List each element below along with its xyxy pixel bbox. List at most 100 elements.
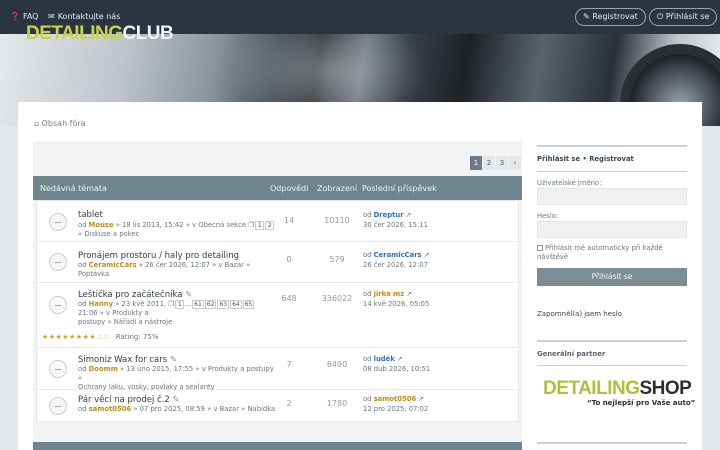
username-label: Uživatelské jméno:: [537, 179, 602, 187]
sidebar-login-link[interactable]: Přihlásit se: [537, 155, 580, 163]
table-row: Pár věcí na prodej č.2 ✎ od samot0506 » …: [36, 390, 519, 422]
last-post: od ludék ↗ 08 dub 2026, 10:51: [363, 355, 431, 373]
last-author-link[interactable]: CeramicCars: [374, 251, 422, 259]
topic-read-icon: [49, 253, 67, 271]
topic-title[interactable]: Pár věcí na prodej č.2 ✎: [78, 395, 180, 405]
topic-read-icon: [49, 296, 67, 314]
last-author-link[interactable]: ludék: [374, 355, 395, 363]
star-icons: ★★★★★★★★☆☆: [42, 333, 110, 341]
password-input[interactable]: [537, 221, 687, 238]
table-row: tablet od Mouse » 18 lis 2013, 15:42 » v…: [36, 201, 519, 242]
page-link[interactable]: 1: [175, 300, 185, 309]
site-logo[interactable]: DETAILINGCLUB: [26, 23, 174, 45]
last-post: od CeramicCars ↗ 26 čer 2026, 12:07: [363, 251, 430, 269]
pages-icon: ❐: [248, 221, 255, 229]
reply-count: 2: [286, 399, 292, 408]
star-rating[interactable]: ★★★★★★★★☆☆ Rating: 75%: [42, 333, 158, 341]
page-link[interactable]: 1: [255, 221, 265, 230]
topic-meta: od Mouse » 18 lis 2013, 15:42 » v Obecná…: [78, 221, 278, 239]
password-label: Heslo:: [537, 212, 559, 220]
view-count: 6490: [326, 360, 348, 369]
view-count: 336022: [321, 294, 353, 303]
sidebar-divider: [537, 171, 687, 172]
goto-post-icon[interactable]: ↗: [418, 395, 424, 403]
sidebar-register-link[interactable]: Registrovat: [589, 155, 634, 163]
checkbox[interactable]: [537, 245, 543, 251]
topic-title[interactable]: Simoniz Wax for cars ✎: [78, 355, 177, 365]
topic-read-icon: [49, 360, 67, 378]
col-replies: Odpovědi: [270, 184, 309, 193]
partner-logo[interactable]: DETAILINGSHOP: [543, 378, 692, 400]
topic-meta: od samot0506 » 07 pro 2025, 08:59 » v Ba…: [78, 405, 276, 413]
page-link[interactable]: 63: [217, 300, 230, 309]
next-section-header: [33, 442, 522, 450]
col-last-post: Poslední příspěvek: [362, 184, 437, 193]
col-views: Zobrazení: [317, 184, 358, 193]
next-page-button[interactable]: ›: [509, 156, 521, 170]
author-link[interactable]: Doomm: [89, 365, 118, 373]
reply-count: 7: [286, 360, 292, 369]
goto-post-icon[interactable]: ↗: [406, 211, 412, 219]
paperclip-icon: ✎: [185, 290, 193, 300]
topic-meta: od CeramicCars » 26 čer 2026, 12:07 » v …: [78, 261, 251, 278]
reply-count: 0: [286, 255, 292, 264]
home-icon: ⌂: [34, 119, 42, 128]
goto-post-icon[interactable]: ↗: [424, 251, 430, 259]
topic-read-icon: [49, 397, 67, 415]
topic-title[interactable]: Leštička pro začátečníka ✎: [78, 290, 192, 300]
pencil-icon: ✎: [583, 12, 593, 21]
page-2-button[interactable]: 2: [483, 156, 495, 170]
reply-count: 14: [283, 216, 295, 225]
topic-title[interactable]: tablet: [78, 210, 103, 220]
contact-link[interactable]: ✉ Kontaktujte nás: [48, 12, 120, 21]
last-author-link[interactable]: jirka mz: [374, 290, 405, 298]
topic-meta: od Doomm » 13 úno 2015, 17:55 » v Produk…: [78, 365, 274, 391]
pages-icon: ❐: [168, 300, 175, 308]
author-link[interactable]: CeramicCars: [89, 261, 137, 269]
last-post: od Dreptur ↗ 30 čer 2026, 15:11: [363, 211, 428, 229]
view-count: 10110: [324, 216, 350, 225]
table-row: Simoniz Wax for cars ✎ od Doomm » 13 úno…: [36, 348, 519, 391]
envelope-icon: ✉: [48, 12, 55, 21]
last-post: od samot0506 ↗ 12 pro 2025, 07:02: [363, 395, 429, 413]
remember-me[interactable]: Přihlásit mě automaticky při každé návšt…: [537, 244, 687, 262]
topic-meta: od Hanny » 23 kvě 2011, ❐ 1… 61 62 63 64 65 21…: [78, 300, 255, 326]
topic-read-icon: [49, 213, 67, 231]
page-3-button[interactable]: 3: [496, 156, 508, 170]
page-link[interactable]: 65: [242, 300, 255, 309]
author-link[interactable]: samot0506: [89, 405, 132, 413]
goto-post-icon[interactable]: ↗: [397, 355, 403, 363]
forgot-password-link[interactable]: Zapomněl(a) jsem heslo: [537, 310, 622, 318]
view-count: 1780: [326, 399, 348, 408]
sidebar-divider: [537, 365, 687, 366]
page-link[interactable]: 62: [204, 300, 217, 309]
partner-title: Generální partner: [537, 350, 606, 358]
register-button[interactable]: ✎ Registrovat: [575, 8, 646, 26]
reply-count: 648: [281, 294, 297, 303]
last-author-link[interactable]: Dreptur: [374, 211, 404, 219]
paperclip-icon: ✎: [172, 395, 180, 405]
breadcrumb[interactable]: ⌂ Obsah fóra: [34, 119, 86, 128]
last-post: od jirka mz ↗ 14 kvě 2026, 05:05: [363, 290, 430, 308]
page-link[interactable]: 64: [230, 300, 242, 309]
sidebar-login-button[interactable]: Přihlásit se: [537, 268, 687, 286]
sidebar-login-header: Přihlásit se • Registrovat: [537, 155, 634, 163]
faq-link[interactable]: ❓ FAQ: [10, 12, 38, 21]
page-link[interactable]: 61: [192, 300, 204, 309]
username-input[interactable]: [537, 188, 687, 205]
sidebar-divider: [537, 442, 687, 444]
author-link[interactable]: Hanny: [89, 300, 113, 308]
col-topics: Nedávná témata: [40, 184, 107, 193]
author-link[interactable]: Mouse: [89, 221, 114, 229]
goto-post-icon[interactable]: ↗: [406, 290, 412, 298]
question-circle-icon: ❓: [10, 12, 20, 21]
sidebar-divider: [537, 340, 687, 342]
paperclip-icon: ✎: [169, 355, 177, 365]
last-author-link[interactable]: samot0506: [374, 395, 417, 403]
topics-table-header: Nedávná témata Odpovědi Zobrazení Posled…: [33, 176, 522, 200]
page-1-button[interactable]: 1: [470, 156, 482, 170]
partner-slogan: “To nejlepší pro Vaše auto”: [587, 399, 696, 407]
login-button[interactable]: ⏻ Přihlásit se: [649, 8, 718, 26]
topic-title[interactable]: Pronájem prostoru / haly pro detailing: [78, 251, 239, 261]
power-icon: ⏻: [657, 12, 666, 21]
